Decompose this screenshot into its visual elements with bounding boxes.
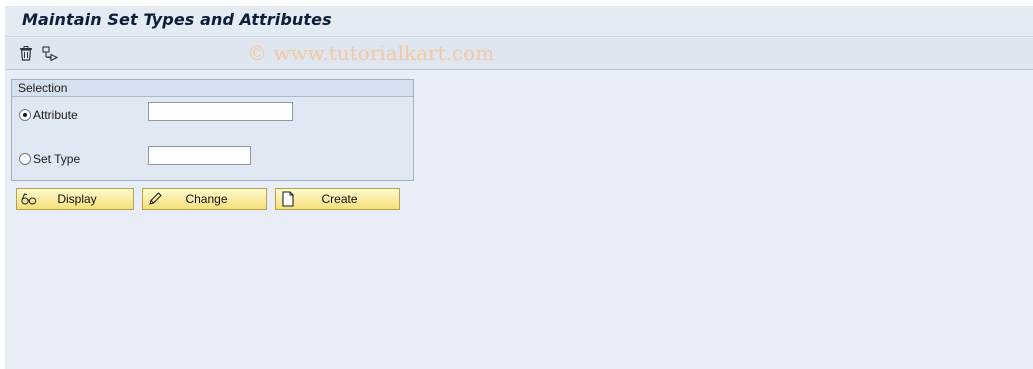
display-button-label: Display bbox=[57, 192, 97, 206]
watermark-text: © www.tutorialkart.com bbox=[247, 41, 495, 65]
trash-icon bbox=[20, 45, 32, 61]
set-type-input[interactable] bbox=[148, 146, 251, 165]
other-object-button[interactable] bbox=[41, 44, 59, 62]
create-button-label: Create bbox=[321, 192, 358, 206]
create-button[interactable]: Create bbox=[275, 188, 400, 210]
attribute-radio-button[interactable] bbox=[19, 109, 31, 121]
pencil-icon bbox=[145, 189, 165, 209]
delete-button[interactable] bbox=[17, 44, 35, 62]
blank-document-icon bbox=[278, 189, 298, 209]
title-bar: Maintain Set Types and Attributes bbox=[5, 6, 1033, 37]
glasses-icon bbox=[19, 189, 39, 209]
set-type-label: Set Type bbox=[33, 152, 81, 166]
display-button[interactable]: Display bbox=[16, 188, 134, 210]
application-toolbar: © www.tutorialkart.com bbox=[5, 38, 1033, 70]
attribute-label: Attribute bbox=[33, 108, 78, 122]
set-type-radio-button[interactable] bbox=[19, 153, 31, 165]
change-button-label: Change bbox=[185, 192, 228, 206]
selection-group: Selection Attribute Set Type bbox=[11, 79, 414, 181]
selection-group-header: Selection bbox=[12, 80, 413, 97]
set-type-radio-option[interactable]: Set Type bbox=[19, 150, 80, 168]
sap-window: Maintain Set Types and Attributes © www.… bbox=[5, 6, 1033, 369]
other-object-icon bbox=[41, 45, 58, 61]
change-button[interactable]: Change bbox=[142, 188, 267, 210]
attribute-input[interactable] bbox=[148, 102, 293, 121]
attribute-radio-option[interactable]: Attribute bbox=[19, 106, 78, 124]
page-title: Maintain Set Types and Attributes bbox=[22, 10, 332, 29]
